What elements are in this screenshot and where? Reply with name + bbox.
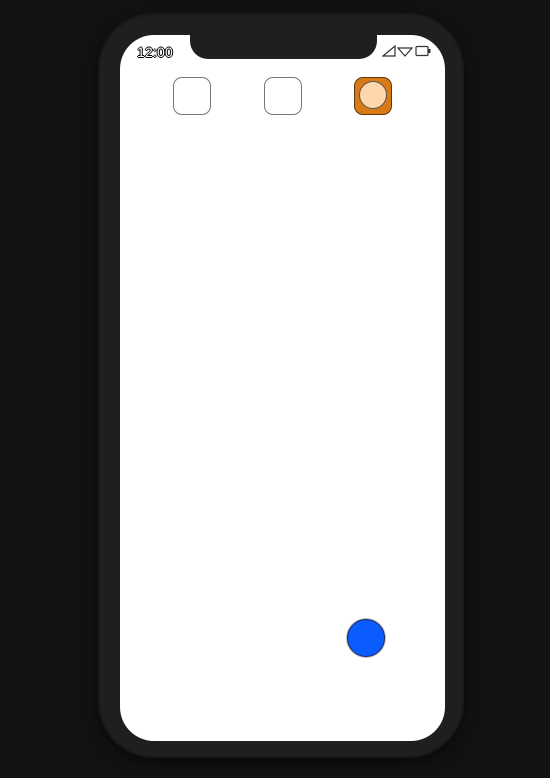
- status-time: 12:00: [137, 44, 174, 60]
- phone-screen: 12:00: [120, 35, 445, 741]
- battery-icon: [415, 45, 431, 57]
- app-slot-1[interactable]: [173, 77, 211, 115]
- app-slot-2[interactable]: [264, 77, 302, 115]
- notch: [190, 35, 377, 59]
- wifi-icon: [397, 47, 413, 57]
- avatar: [359, 81, 387, 109]
- status-icons: [382, 45, 432, 59]
- app-slot-3[interactable]: [354, 77, 392, 115]
- phone-frame: 12:00: [100, 15, 462, 756]
- signal-icon: [382, 45, 396, 57]
- floating-action-button[interactable]: [347, 619, 385, 657]
